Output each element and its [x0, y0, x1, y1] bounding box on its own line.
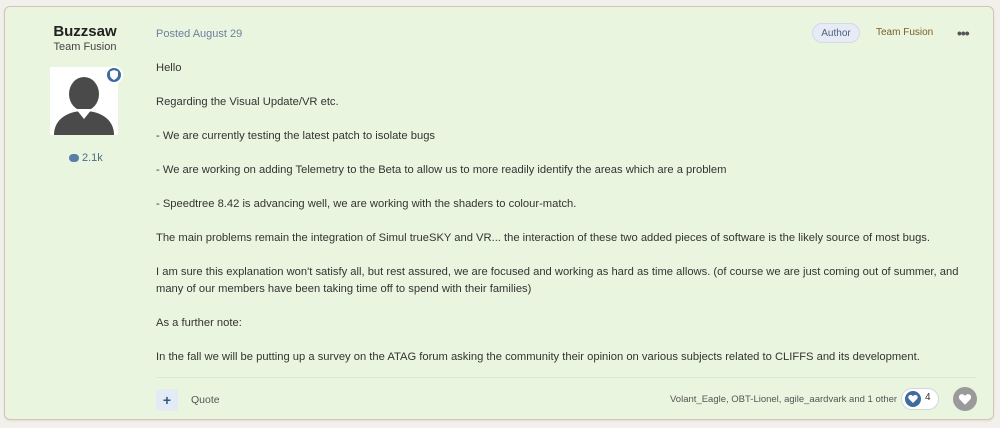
footer-divider [156, 377, 976, 378]
reaction-count-value: 4 [925, 392, 931, 403]
post-paragraph: As a further note: [156, 317, 242, 329]
post-content: Hello Regarding the Visual Update/VR etc… [156, 60, 976, 383]
comment-icon [69, 154, 79, 162]
post-paragraph: Regarding the Visual Update/VR etc. [156, 96, 339, 108]
team-label: Team Fusion [876, 27, 934, 38]
author-name[interactable]: Buzzsaw [5, 23, 165, 40]
post-paragraph: - We are working on adding Telemetry to … [156, 164, 727, 176]
post-paragraph: The main problems remain the integration… [156, 232, 930, 244]
post-count-value: 2.1k [82, 152, 103, 164]
post-paragraph: In the fall we will be putting up a surv… [156, 351, 920, 363]
react-heart-button[interactable] [953, 387, 977, 411]
post-paragraph: - We are currently testing the latest pa… [156, 130, 436, 142]
multiquote-button[interactable]: + [156, 389, 178, 411]
more-options-icon[interactable]: ••• [957, 25, 970, 41]
author-badge: Author [812, 23, 860, 43]
forum-post: Buzzsaw Team Fusion 2.1k Posted August 2… [4, 6, 994, 420]
reaction-count[interactable]: 4 [901, 388, 939, 410]
author-column: Buzzsaw Team Fusion 2.1k [5, 7, 145, 419]
post-date[interactable]: Posted August 29 [156, 28, 242, 40]
quote-button[interactable]: Quote [191, 394, 220, 406]
author-group: Team Fusion [53, 41, 117, 53]
post-paragraph: Hello [156, 62, 182, 74]
post-paragraph: - Speedtree 8.42 is advancing well, we a… [156, 198, 577, 210]
post-paragraph: I am sure this explanation won't satisfy… [156, 266, 959, 295]
post-count[interactable]: 2.1k [69, 152, 103, 164]
heart-icon [905, 391, 921, 407]
reactors-list[interactable]: Volant_Eagle, OBT-Lionel, agile_aardvark… [670, 394, 897, 405]
shield-badge-icon [105, 66, 123, 84]
